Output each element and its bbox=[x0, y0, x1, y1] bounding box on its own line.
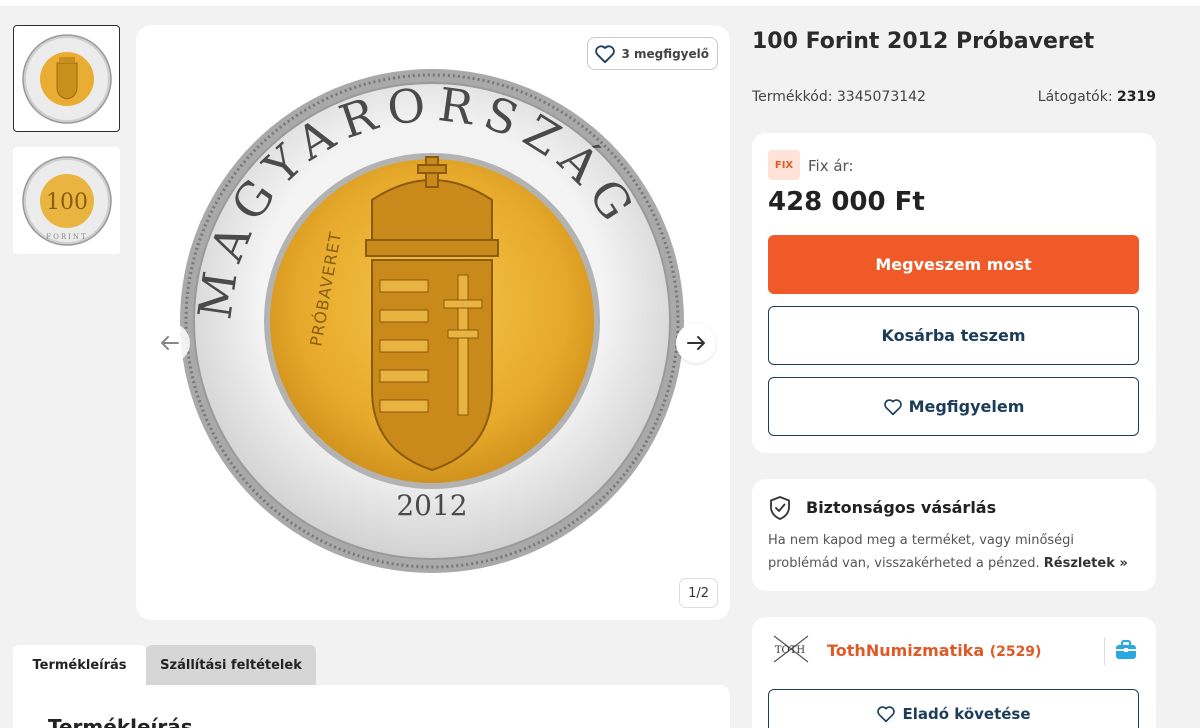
seller-divider bbox=[1104, 637, 1105, 665]
follow-seller-button[interactable]: Eladó követése bbox=[768, 689, 1139, 728]
secure-description: Ha nem kapod meg a terméket, vagy minősé… bbox=[768, 533, 1075, 571]
secure-purchase-card: Biztonságos vásárlás Ha nem kapod meg a … bbox=[752, 479, 1156, 591]
seller-card: TOTH TothNumizmatika (2529) Eladó követé… bbox=[752, 617, 1156, 728]
seller-logo[interactable]: TOTH bbox=[768, 632, 812, 666]
buy-now-button[interactable]: Megveszem most bbox=[768, 235, 1139, 294]
prev-image-button[interactable] bbox=[150, 323, 190, 363]
description-heading: Termékleírás bbox=[48, 715, 193, 728]
image-counter: 1/2 bbox=[679, 578, 718, 608]
tab-shipping[interactable]: Szállítási feltételek bbox=[146, 645, 316, 685]
price: 428 000 Ft bbox=[768, 187, 925, 217]
coin-thumbnail-reverse: 100 FORINT bbox=[21, 155, 112, 246]
heart-icon bbox=[877, 706, 896, 723]
top-bar bbox=[0, 0, 1200, 6]
secure-title: Biztonságos vásárlás bbox=[806, 498, 997, 517]
tab-description[interactable]: Termékleírás bbox=[13, 645, 146, 685]
thumbnail-1[interactable] bbox=[13, 25, 120, 132]
heart-icon bbox=[595, 44, 616, 63]
thumbnail-2[interactable]: 100 FORINT bbox=[13, 147, 120, 254]
heart-icon bbox=[883, 398, 902, 415]
seller-rating: (2529) bbox=[989, 644, 1042, 660]
thumb2-legend: FORINT bbox=[46, 233, 87, 241]
next-image-button[interactable] bbox=[676, 323, 716, 363]
product-image-card: MAGYARORSZÁG PRÓBAVERET 2012 3 megfigyel… bbox=[136, 25, 730, 620]
shield-check-icon bbox=[770, 496, 790, 520]
product-title: 100 Forint 2012 Próbaveret bbox=[752, 29, 1095, 54]
coin-image: MAGYARORSZÁG PRÓBAVERET 2012 bbox=[180, 69, 684, 573]
fix-price-label: Fix ár: bbox=[808, 157, 854, 175]
watch-count-button[interactable]: 3 megfigyelő bbox=[587, 37, 718, 70]
secure-text: Ha nem kapod meg a terméket, vagy minősé… bbox=[768, 529, 1148, 575]
watch-button[interactable]: Megfigyelem bbox=[768, 377, 1139, 436]
description-panel: Termékleírás bbox=[13, 685, 730, 728]
coin-thumbnail-obverse bbox=[21, 33, 112, 124]
fix-badge: FIX bbox=[768, 150, 800, 180]
coin-year: 2012 bbox=[396, 489, 467, 522]
shop-icon[interactable] bbox=[1114, 638, 1138, 662]
watchers-label: 3 megfigyelő bbox=[621, 46, 709, 61]
thumb2-value: 100 bbox=[46, 190, 88, 215]
visitors-label: Látogatók: bbox=[1037, 89, 1113, 105]
arrow-left-icon bbox=[161, 336, 179, 350]
seller-name-row: TothNumizmatika (2529) bbox=[827, 641, 1041, 660]
visitors-info: Látogatók: 2319 bbox=[1038, 89, 1156, 105]
seller-logo-text: TOTH bbox=[775, 645, 806, 656]
follow-seller-label: Eladó követése bbox=[902, 705, 1031, 723]
visitors-count: 2319 bbox=[1117, 89, 1156, 105]
arrow-right-icon bbox=[687, 336, 705, 350]
add-to-cart-button[interactable]: Kosárba teszem bbox=[768, 306, 1139, 365]
details-link[interactable]: Részletek » bbox=[1044, 556, 1128, 571]
product-code: Termékkód: 3345073142 bbox=[752, 89, 926, 105]
watch-button-label: Megfigyelem bbox=[908, 397, 1025, 416]
price-card: FIX Fix ár: 428 000 Ft Megveszem most Ko… bbox=[752, 133, 1156, 453]
seller-name[interactable]: TothNumizmatika bbox=[827, 641, 984, 660]
